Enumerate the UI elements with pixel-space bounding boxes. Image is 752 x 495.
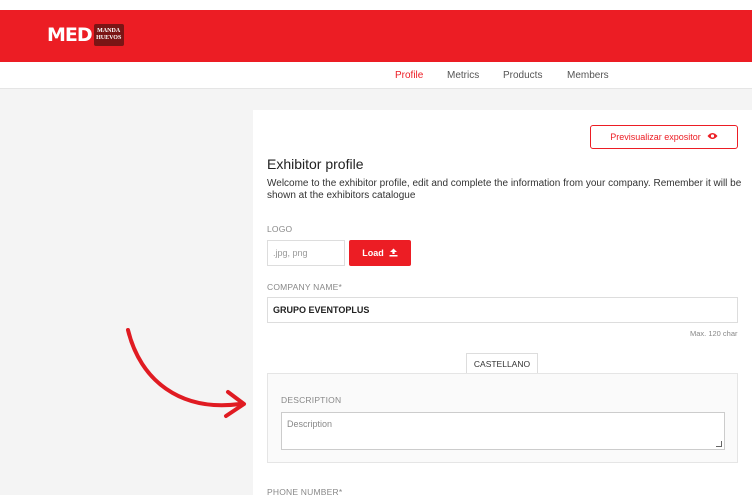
top-bar: MED MANDA HUEVOS bbox=[0, 10, 752, 62]
eye-icon bbox=[707, 132, 718, 142]
brand-logo[interactable]: MED MANDA HUEVOS bbox=[47, 24, 124, 46]
load-logo-button[interactable]: Load bbox=[349, 240, 411, 266]
logo-label: LOGO bbox=[267, 224, 293, 234]
company-name-input[interactable]: GRUPO EVENTOPLUS bbox=[267, 297, 738, 323]
welcome-text: Welcome to the exhibitor profile, edit a… bbox=[267, 178, 742, 201]
annotation-arrow-icon bbox=[126, 328, 246, 418]
resize-handle-icon[interactable] bbox=[716, 441, 722, 447]
description-label: DESCRIPTION bbox=[281, 395, 342, 405]
load-button-label: Load bbox=[362, 248, 384, 258]
preview-button-label: Previsualizar expositor bbox=[610, 132, 701, 142]
profile-nav: Profile Metrics Products Members bbox=[0, 62, 752, 89]
phone-number-label: PHONE NUMBER* bbox=[267, 487, 343, 495]
company-max-hint: Max. 120 char bbox=[690, 329, 738, 338]
description-placeholder: Description bbox=[287, 419, 333, 429]
tab-products[interactable]: Products bbox=[503, 70, 542, 81]
logo-badge: MANDA HUEVOS bbox=[93, 24, 124, 46]
logo-file-input[interactable]: .jpg, png bbox=[267, 240, 345, 266]
tab-language-castellano[interactable]: CASTELLANO bbox=[466, 353, 538, 373]
page-title: Exhibitor profile bbox=[267, 156, 364, 172]
tab-members[interactable]: Members bbox=[567, 70, 609, 81]
tab-metrics[interactable]: Metrics bbox=[447, 70, 479, 81]
description-textarea[interactable]: Description bbox=[281, 412, 725, 450]
preview-exhibitor-button[interactable]: Previsualizar expositor bbox=[590, 125, 738, 149]
upload-icon bbox=[389, 248, 398, 259]
logo-text: MED bbox=[47, 24, 93, 46]
tab-profile[interactable]: Profile bbox=[395, 70, 423, 81]
company-name-label: COMPANY NAME* bbox=[267, 282, 343, 292]
